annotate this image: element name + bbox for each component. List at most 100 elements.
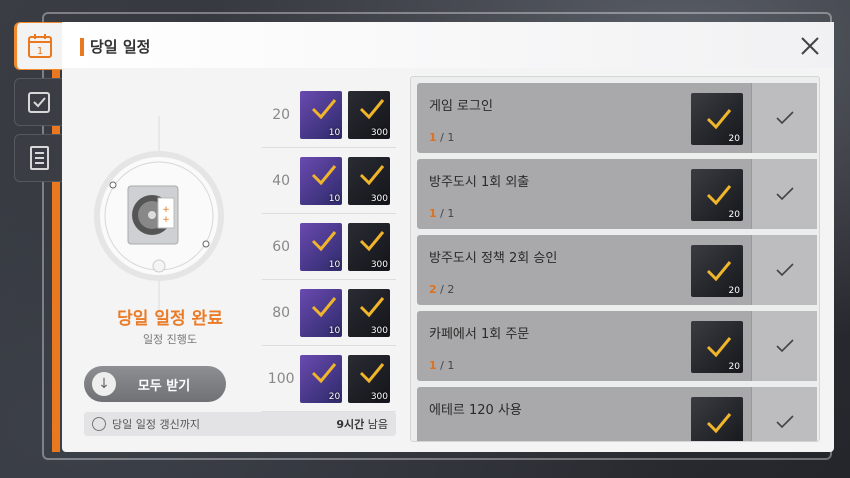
mission-item[interactable]: 카페에서 1회 주문 1 / 1 20 <box>417 311 817 381</box>
mission-progress: 1 / 1 <box>429 131 455 144</box>
checkmark-icon <box>775 187 794 201</box>
reward-tier-row: 20 10 300 <box>262 82 396 148</box>
tier-threshold: 100 <box>267 370 295 387</box>
check-icon <box>358 97 386 125</box>
mission-item[interactable]: 방주도시 1회 외출 1 / 1 20 <box>417 159 817 229</box>
reward-item[interactable]: 10 <box>300 222 343 271</box>
mission-reward[interactable]: 20 <box>691 245 743 297</box>
clock-icon <box>92 417 106 431</box>
reward-tier-row: 100 20 300 <box>262 346 396 412</box>
progress-dial: + + <box>94 116 224 316</box>
reward-item[interactable]: 300 <box>348 222 390 271</box>
reward-item[interactable]: 300 <box>348 90 390 139</box>
checkmark-icon <box>775 111 794 125</box>
checkmark-icon <box>775 339 794 353</box>
reward-tier-row: 80 10 300 <box>262 280 396 346</box>
mission-title: 게임 로그인 <box>429 99 493 114</box>
check-icon <box>358 229 386 257</box>
svg-text:1: 1 <box>37 46 43 57</box>
check-icon <box>310 295 338 323</box>
checkmark-icon <box>775 415 794 429</box>
mission-complete-button[interactable] <box>751 387 817 441</box>
reward-count: 10 <box>328 127 341 138</box>
tier-threshold: 80 <box>272 304 291 321</box>
side-tabs: 1 <box>14 22 66 190</box>
reward-item[interactable]: 300 <box>348 156 390 205</box>
mission-list[interactable]: 게임 로그인 1 / 1 20 방주도시 1회 외출 1 / 1 20 방주도시 정책 2회… <box>410 76 820 442</box>
refresh-label: 당일 일정 갱신까지 <box>112 418 200 431</box>
reward-item[interactable]: 20 <box>300 354 343 403</box>
check-icon <box>705 259 733 287</box>
claim-all-button[interactable]: ↓ 모두 받기 <box>84 366 226 402</box>
check-icon <box>310 163 338 191</box>
reward-count: 300 <box>370 127 388 138</box>
check-icon <box>705 183 733 211</box>
refresh-timer: 당일 일정 갱신까지 9시간 남음 <box>84 412 396 436</box>
tab-calendar[interactable]: 1 <box>14 22 64 70</box>
reward-count: 20 <box>728 362 740 372</box>
mission-complete-button[interactable] <box>751 83 817 153</box>
reward-tiers: 20 10 300 40 10 300 60 10 300 80 10 300 100 20 300 <box>262 82 396 412</box>
mission-complete-button[interactable] <box>751 311 817 381</box>
reward-count: 20 <box>328 391 341 402</box>
mission-title: 에테르 120 사용 <box>429 403 522 418</box>
arrow-down-icon: ↓ <box>92 372 116 396</box>
mission-reward[interactable]: 20 <box>691 321 743 373</box>
check-icon <box>705 107 733 135</box>
mission-reward[interactable] <box>691 397 743 441</box>
completion-status: 당일 일정 완료 <box>117 309 223 329</box>
summary-column: + + 당일 일정 완료 일정 진행도 ↓ 모두 받기 당일 일정 갱신까지 9… <box>80 76 402 442</box>
reward-item[interactable]: 10 <box>300 288 343 337</box>
mission-reward[interactable]: 20 <box>691 93 743 145</box>
mission-item[interactable]: 에테르 120 사용 <box>417 387 817 441</box>
tier-threshold: 60 <box>272 238 291 255</box>
check-icon <box>310 97 338 125</box>
mission-progress: 1 / 1 <box>429 359 455 372</box>
reward-count: 300 <box>370 391 388 402</box>
notebook-icon <box>30 146 49 170</box>
reward-count: 10 <box>328 325 341 336</box>
check-icon <box>705 335 733 363</box>
close-icon[interactable] <box>798 34 822 58</box>
daily-schedule-panel: 당일 일정 + + 당일 일정 완료 일정 진행도 ↓ 모두 받기 당일 일정 … <box>62 22 834 452</box>
refresh-hours: 9시간 <box>336 418 365 431</box>
mission-progress: 2 / 2 <box>429 283 455 296</box>
reward-tier-row: 40 10 300 <box>262 148 396 214</box>
check-icon <box>358 163 386 191</box>
reward-count: 300 <box>370 193 388 204</box>
calendar-icon: 1 <box>28 34 52 58</box>
tier-threshold: 20 <box>272 106 291 123</box>
mission-title: 방주도시 1회 외출 <box>429 175 530 190</box>
reward-item[interactable]: 300 <box>348 288 390 337</box>
check-icon <box>310 361 338 389</box>
reward-count: 300 <box>370 325 388 336</box>
reward-count: 20 <box>728 134 740 144</box>
reward-item[interactable]: 10 <box>300 156 343 205</box>
mission-item[interactable]: 게임 로그인 1 / 1 20 <box>417 83 817 153</box>
reward-tier-row: 60 10 300 <box>262 214 396 280</box>
mission-complete-button[interactable] <box>751 159 817 229</box>
svg-text:+: + <box>162 215 170 225</box>
tab-checklist[interactable] <box>14 78 64 126</box>
reward-count: 20 <box>728 286 740 296</box>
tier-threshold: 40 <box>272 172 291 189</box>
checkbox-icon <box>28 92 50 113</box>
reward-count: 10 <box>328 193 341 204</box>
check-icon <box>358 361 386 389</box>
reward-count: 20 <box>728 210 740 220</box>
reward-count: 10 <box>328 259 341 270</box>
reward-item[interactable]: 300 <box>348 354 390 403</box>
svg-text:+: + <box>162 205 170 215</box>
reward-item[interactable]: 10 <box>300 90 343 139</box>
page-title: 당일 일정 <box>90 38 151 56</box>
refresh-suffix: 남음 <box>367 418 388 431</box>
mission-complete-button[interactable] <box>751 235 817 305</box>
title-bar: 당일 일정 <box>62 22 834 68</box>
mission-title: 카페에서 1회 주문 <box>429 327 530 342</box>
mission-item[interactable]: 방주도시 정책 2회 승인 2 / 2 20 <box>417 235 817 305</box>
title-accent <box>80 38 84 56</box>
check-icon <box>358 295 386 323</box>
checkmark-icon <box>775 263 794 277</box>
mission-reward[interactable]: 20 <box>691 169 743 221</box>
tab-notebook[interactable] <box>14 134 64 182</box>
